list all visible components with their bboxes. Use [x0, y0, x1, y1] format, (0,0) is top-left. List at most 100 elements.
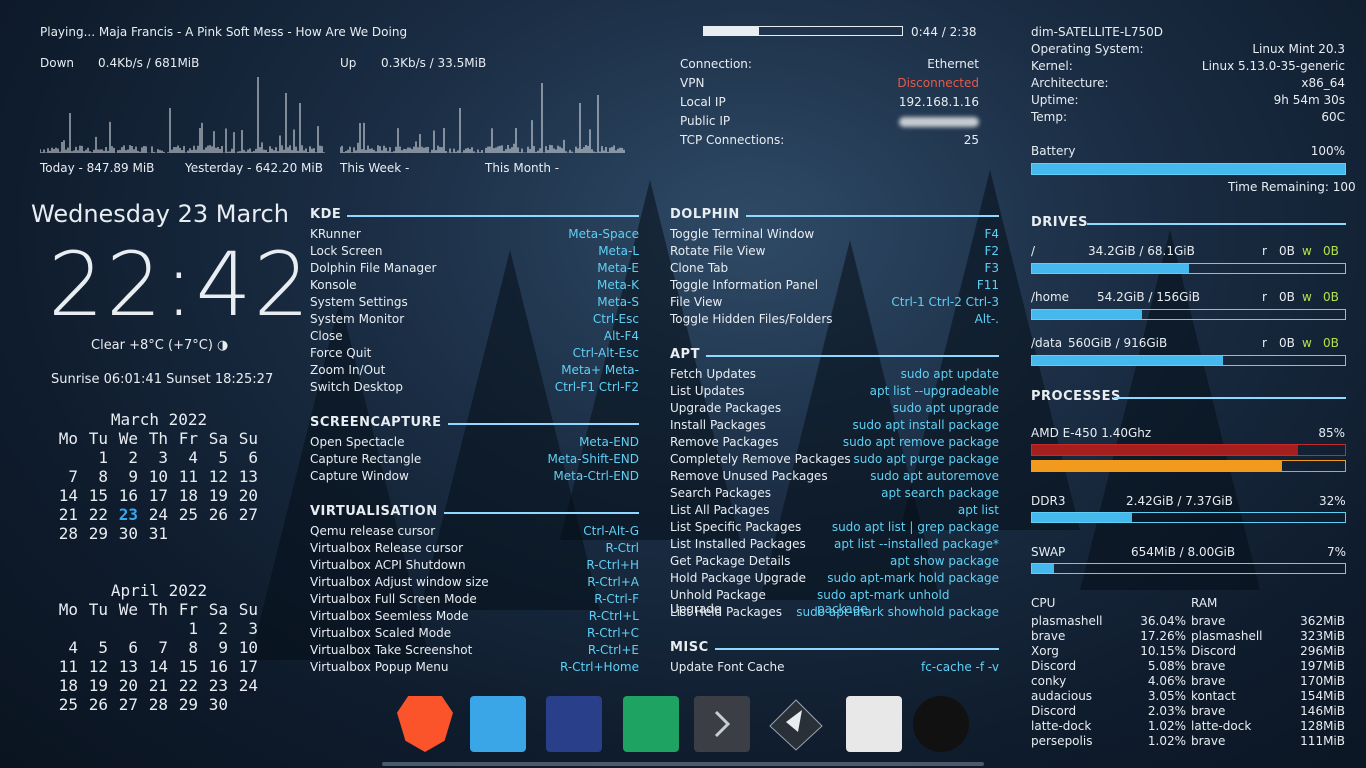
- calendar-april: April 2022 Mo Tu We Th Fr Sa Su 1 2 3 4 5 6 7 8 9 10 11 12…: [54, 581, 264, 714]
- shortcut-keys: sudo apt update: [900, 367, 999, 381]
- player-progress[interactable]: [703, 26, 903, 36]
- calendar-day: 31: [148, 524, 168, 543]
- shortcut-row: List Installed Packages apt list --instal…: [670, 537, 999, 551]
- tcp-row: TCP Connections: 25: [680, 133, 979, 147]
- shortcut-row: Qemu release cursor Ctrl-Alt-G: [310, 524, 639, 538]
- brave-icon[interactable]: [397, 696, 453, 752]
- shortcut-keys: R-Ctrl+L: [588, 609, 639, 623]
- player-time: 0:44 / 2:38: [911, 25, 977, 39]
- shortcut-action: Virtualbox Full Screen Mode: [310, 592, 477, 606]
- shortcut-action: System Monitor: [310, 312, 405, 326]
- up-graph: [340, 83, 625, 153]
- calendar-weekday: Fr: [178, 600, 198, 619]
- calendar-day: 13: [238, 467, 258, 486]
- time-remaining: Time Remaining: 100: [1228, 180, 1356, 194]
- calendar-weekday: Th: [148, 429, 168, 448]
- shortcut-row: Install Packages sudo apt install package: [670, 418, 999, 432]
- shortcut-keys: Meta-K: [597, 278, 639, 292]
- local-ip-row: Local IP 192.168.1.16: [680, 95, 979, 109]
- shortcut-action: Virtualbox Adjust window size: [310, 575, 489, 589]
- section-divider: [447, 423, 639, 425]
- ram-process-name: brave: [1191, 614, 1226, 628]
- calendar-day: 1: [188, 619, 198, 638]
- drive-usage: 560GiB / 916GiB: [1068, 336, 1168, 350]
- cpu-process-name: persepolis: [1031, 734, 1093, 748]
- ram-process-mem: 323MiB: [1300, 629, 1345, 643]
- calendar-day: 6: [128, 638, 138, 657]
- calendar-day: 25: [58, 695, 78, 714]
- calendar-weekday: Sa: [208, 600, 228, 619]
- shortcut-row: System Monitor Ctrl-Esc: [310, 312, 639, 326]
- shortcut-action: Toggle Hidden Files/Folders: [670, 312, 833, 326]
- drive-write-label: w: [1302, 290, 1312, 304]
- calendar-weekday: Mo: [58, 429, 78, 448]
- cpu2-fill: [1032, 461, 1283, 471]
- calendar-day: 12: [208, 467, 228, 486]
- shortcut-row: Capture Rectangle Meta-Shift-END: [310, 452, 639, 466]
- ram-process-name: brave: [1191, 734, 1226, 748]
- swap-name: SWAP: [1031, 545, 1066, 559]
- text-editor-icon[interactable]: [846, 696, 902, 752]
- shortcut-row: Zoom In/Out Meta+ Meta-: [310, 363, 639, 377]
- shortcut-action: Lock Screen: [310, 244, 383, 258]
- calendar-day: 3: [158, 448, 168, 467]
- shortcut-action: Completely Remove Packages: [670, 452, 851, 466]
- shortcut-keys: R-Ctrl+C: [587, 626, 639, 640]
- system-info-label: Kernel:: [1031, 59, 1073, 73]
- files-icon[interactable]: [470, 696, 526, 752]
- cpu-process-pct: 1.02%: [1147, 734, 1186, 748]
- shortcut-keys: Ctrl-Alt-G: [583, 524, 639, 538]
- calendar-day: 11: [178, 467, 198, 486]
- shortcut-keys: apt list: [957, 503, 999, 517]
- drive-write-value: 0B: [1323, 336, 1339, 350]
- section-title: VIRTUALISATION: [310, 504, 438, 519]
- cloud-icon[interactable]: [546, 696, 602, 752]
- ram-header: RAM: [1191, 596, 1218, 610]
- up-label: Up: [340, 56, 357, 70]
- shortcut-row: Virtualbox Release cursor R-Ctrl: [310, 541, 639, 555]
- shortcut-keys: Meta-Shift-END: [547, 452, 639, 466]
- calendar-day: 17: [148, 486, 168, 505]
- cpu-process-name: plasmashell: [1031, 614, 1103, 628]
- shortcut-row: List Updates apt list --upgradeable: [670, 384, 999, 398]
- cpu-process-name: Discord: [1031, 704, 1077, 718]
- drive-bar-fill: [1032, 310, 1142, 319]
- calendar-day: 27: [118, 695, 138, 714]
- player-progress-fill: [704, 27, 760, 35]
- battery-fill: [1032, 164, 1345, 174]
- shortcut-action: Switch Desktop: [310, 380, 403, 394]
- system-info-value: Linux Mint 20.3: [1252, 42, 1345, 56]
- shortcut-keys: sudo apt-mark hold package: [827, 571, 999, 585]
- shortcut-row: Hold Package Upgrade sudo apt-mark hold p…: [670, 571, 999, 585]
- calendar-day: 25: [178, 505, 198, 524]
- cpu-process-name: brave: [1031, 629, 1066, 643]
- shortcut-action: Rotate File View: [670, 244, 766, 258]
- cpu-process-pct: 10.15%: [1140, 644, 1186, 658]
- terminal-icon[interactable]: [694, 696, 750, 752]
- shortcut-row: Completely Remove Packages sudo apt purge…: [670, 452, 999, 466]
- calendar-day: 6: [248, 448, 258, 467]
- ram-process-name: plasmashell: [1191, 629, 1263, 643]
- calendar-day: 27: [238, 505, 258, 524]
- shortcut-row: Remove Packages sudo apt remove package: [670, 435, 999, 449]
- shortcut-action: Update Font Cache: [670, 660, 785, 674]
- drive-mount: /data: [1031, 336, 1063, 350]
- shortcut-action: Capture Rectangle: [310, 452, 422, 466]
- system-info-row: Temp: 60C: [1031, 110, 1345, 124]
- shortcut-action: Dolphin File Manager: [310, 261, 437, 275]
- spreadsheet-icon[interactable]: [623, 696, 679, 752]
- drive-read-value: 0B: [1279, 290, 1295, 304]
- audacious-icon[interactable]: [913, 696, 969, 752]
- calendar-day: 24: [238, 676, 258, 695]
- dock-scrollbar[interactable]: [382, 762, 984, 766]
- shortcut-keys: Ctrl-Alt-Esc: [572, 346, 639, 360]
- cpu-process-pct: 3.05%: [1147, 689, 1186, 703]
- calendar-day: 18: [178, 486, 198, 505]
- inkscape-icon[interactable]: [768, 696, 824, 752]
- shortcut-keys: Ctrl-Esc: [592, 312, 639, 326]
- shortcut-keys: Alt-.: [974, 312, 999, 326]
- calendar-day: 20: [238, 486, 258, 505]
- system-info-row: Kernel: Linux 5.13.0-35-generic: [1031, 59, 1345, 73]
- ram-process-mem: 146MiB: [1300, 704, 1345, 718]
- section-divider: [714, 648, 999, 650]
